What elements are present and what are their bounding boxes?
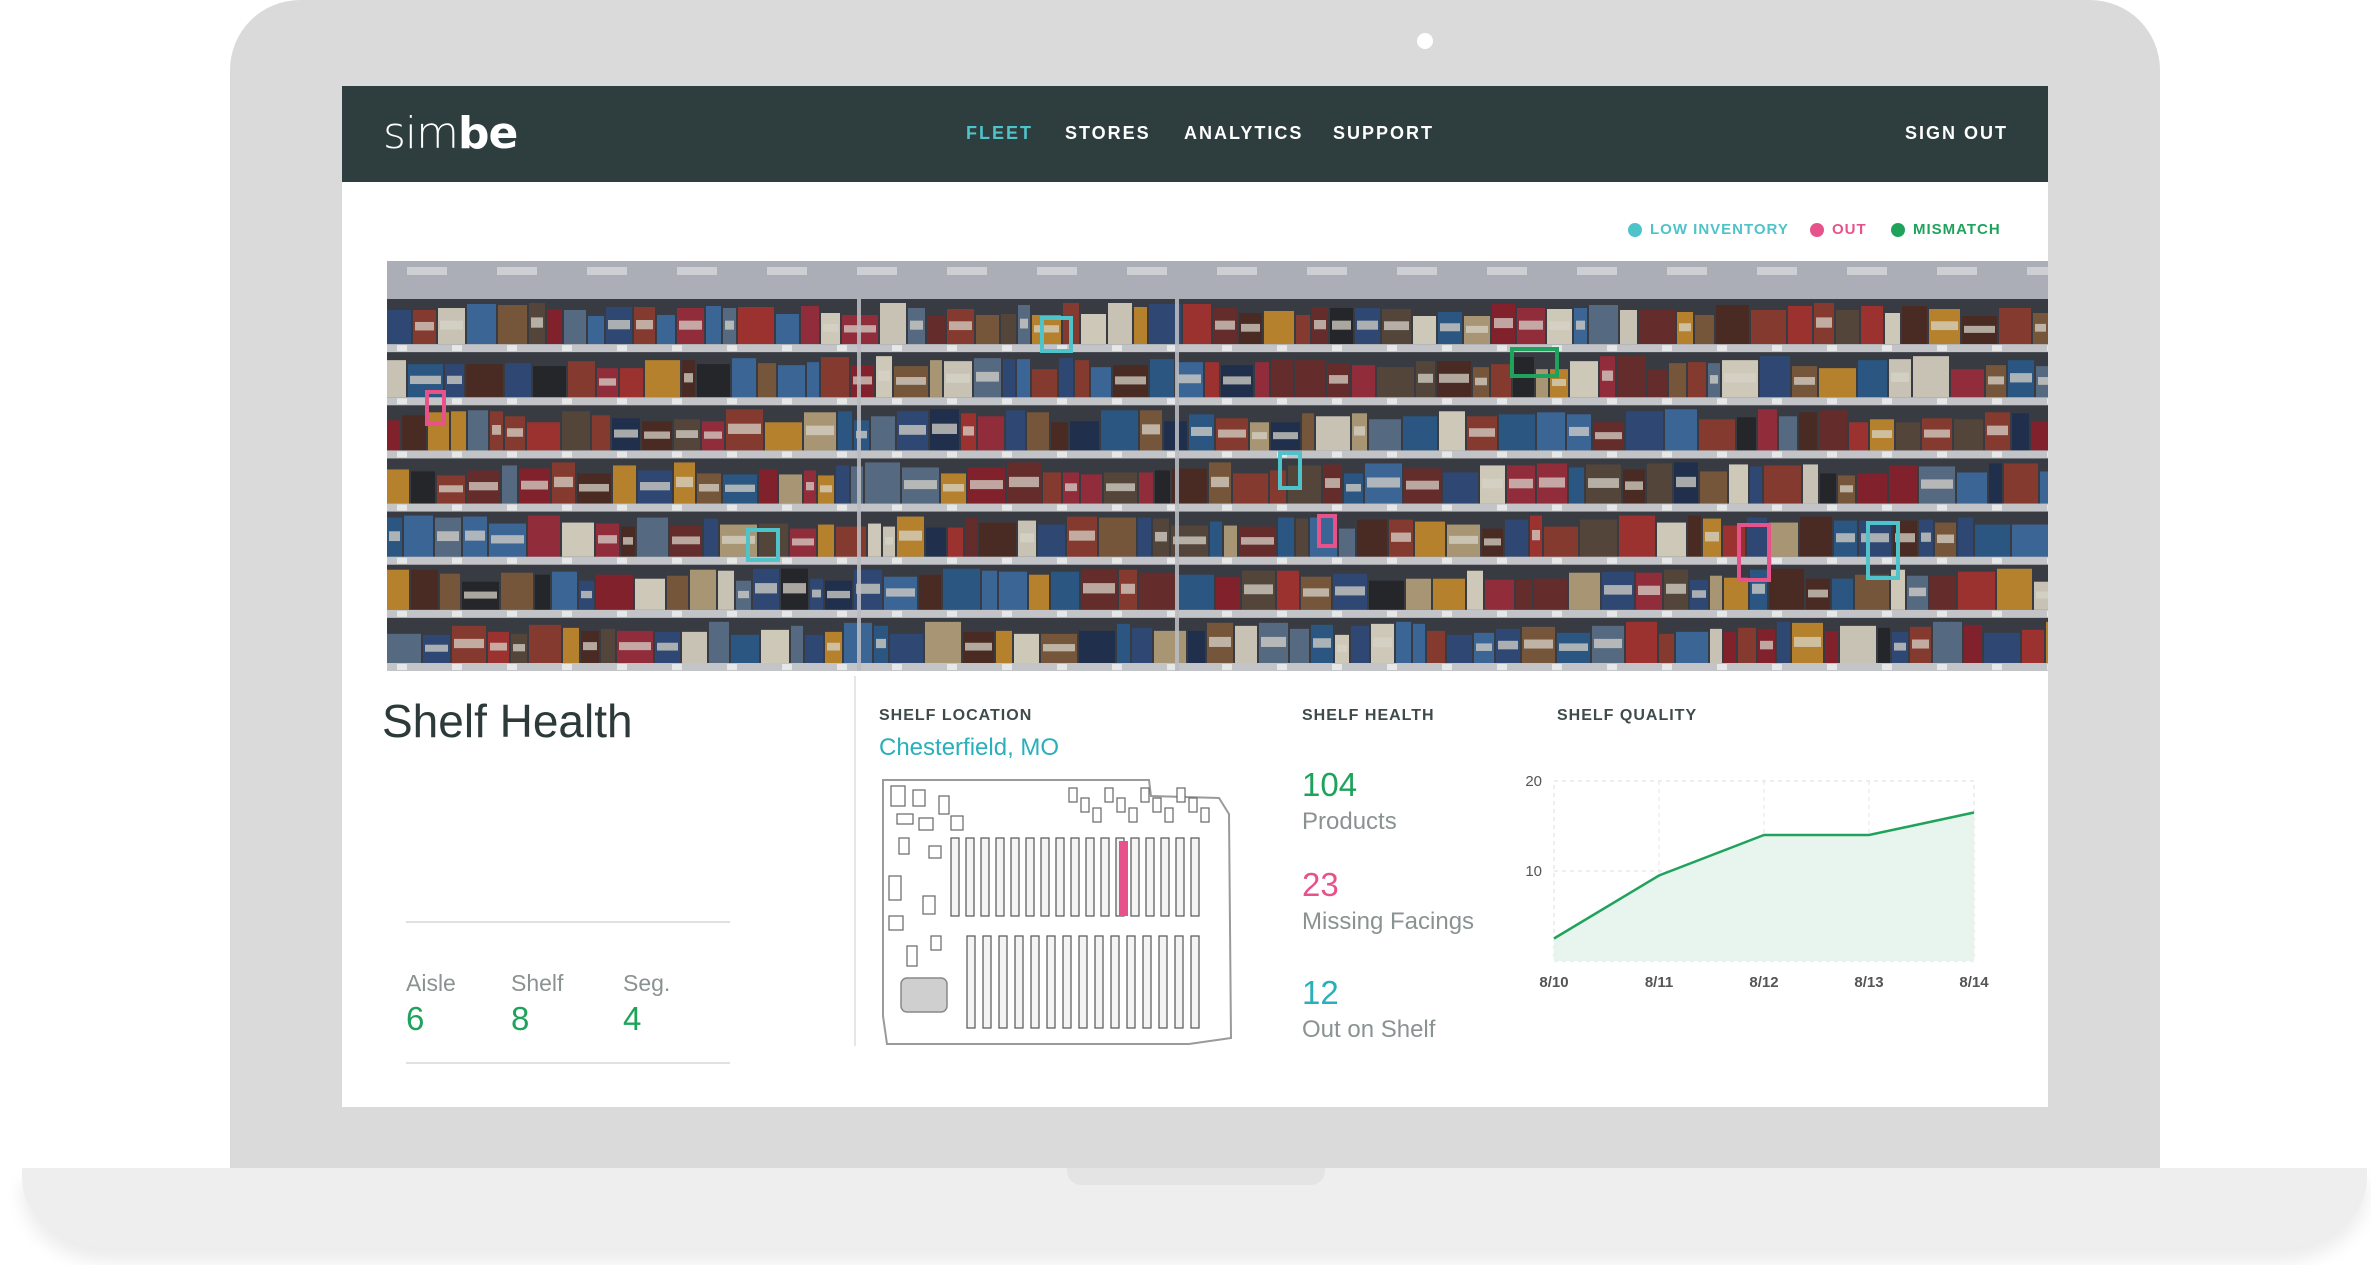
chart-x-axis: 8/10 8/11 8/12 8/13 8/14	[1539, 974, 1989, 991]
chart-y-axis: 10 20	[1525, 773, 1542, 880]
legend-label: OUT	[1832, 221, 1867, 238]
mismatch-dot-icon	[1891, 222, 1905, 237]
shelf-health-label: SHELF HEALTH	[1302, 707, 1435, 724]
aisle-value: 6	[406, 1000, 425, 1037]
missing-facings-count: 23	[1302, 866, 1339, 903]
shelf-value: 8	[511, 1000, 530, 1037]
out-dot-icon	[1810, 222, 1824, 237]
screen: simbe FLEET STORES ANALYTICS SUPPORT SIG…	[342, 86, 2048, 1107]
shelf-quality-chart[interactable]: 10 20 8/10 8/11 8/12 8/13 8/14	[1502, 766, 2002, 1066]
nav-stores[interactable]: STORES	[1065, 123, 1151, 144]
legend-label: LOW INVENTORY	[1650, 221, 1789, 238]
shelf-location-label: SHELF LOCATION	[879, 707, 1033, 724]
shelf-location-value[interactable]: Chesterfield, MO	[879, 734, 1059, 762]
legend-low-inventory: LOW INVENTORY	[1628, 221, 1789, 238]
x-tick-label: 8/12	[1749, 974, 1778, 991]
store-map[interactable]	[879, 776, 1237, 1046]
column-divider	[854, 676, 856, 1046]
seg-value: 4	[623, 1000, 642, 1037]
shelf-panorama-image[interactable]	[387, 261, 2048, 671]
missing-facings-label: Missing Facings	[1302, 908, 1475, 935]
y-tick-label: 10	[1525, 863, 1542, 880]
shelf-label: Shelf	[511, 970, 564, 996]
sign-out-link[interactable]: SIGN OUT	[1905, 123, 2008, 144]
camera-icon	[1417, 33, 1433, 49]
products-count: 104	[1302, 766, 1358, 803]
divider	[406, 921, 730, 923]
y-tick-label: 20	[1525, 773, 1542, 790]
nav-fleet[interactable]: FLEET	[966, 123, 1033, 144]
nav-analytics[interactable]: ANALYTICS	[1184, 123, 1303, 144]
logo-text-light: sim	[383, 108, 459, 159]
page-title: Shelf Health	[382, 695, 633, 747]
map-area	[900, 977, 948, 1013]
legend-label: MISMATCH	[1913, 221, 2001, 238]
simbe-logo[interactable]: simbe	[383, 108, 518, 159]
out-on-shelf-label: Out on Shelf	[1302, 1016, 1436, 1043]
divider	[406, 1062, 730, 1064]
legend-mismatch: MISMATCH	[1891, 221, 2001, 238]
nav-support[interactable]: SUPPORT	[1333, 123, 1434, 144]
x-tick-label: 8/11	[1645, 974, 1673, 991]
map-highlight-aisle	[1119, 841, 1128, 916]
shelf-photo	[387, 261, 2048, 671]
aisle-label: Aisle	[406, 970, 456, 996]
laptop-notch	[1067, 1168, 1325, 1185]
products-label: Products	[1302, 808, 1397, 835]
x-tick-label: 8/10	[1539, 974, 1568, 991]
x-tick-label: 8/13	[1854, 974, 1883, 991]
x-tick-label: 8/14	[1959, 974, 1989, 991]
seg-label: Seg.	[623, 970, 671, 996]
top-navbar: simbe FLEET STORES ANALYTICS SUPPORT SIG…	[342, 86, 2048, 182]
shelf-quality-label: SHELF QUALITY	[1557, 707, 1698, 724]
low-inventory-dot-icon	[1628, 222, 1642, 237]
legend-out: OUT	[1810, 221, 1867, 238]
logo-text-bold: be	[458, 108, 518, 159]
out-on-shelf-count: 12	[1302, 974, 1339, 1011]
